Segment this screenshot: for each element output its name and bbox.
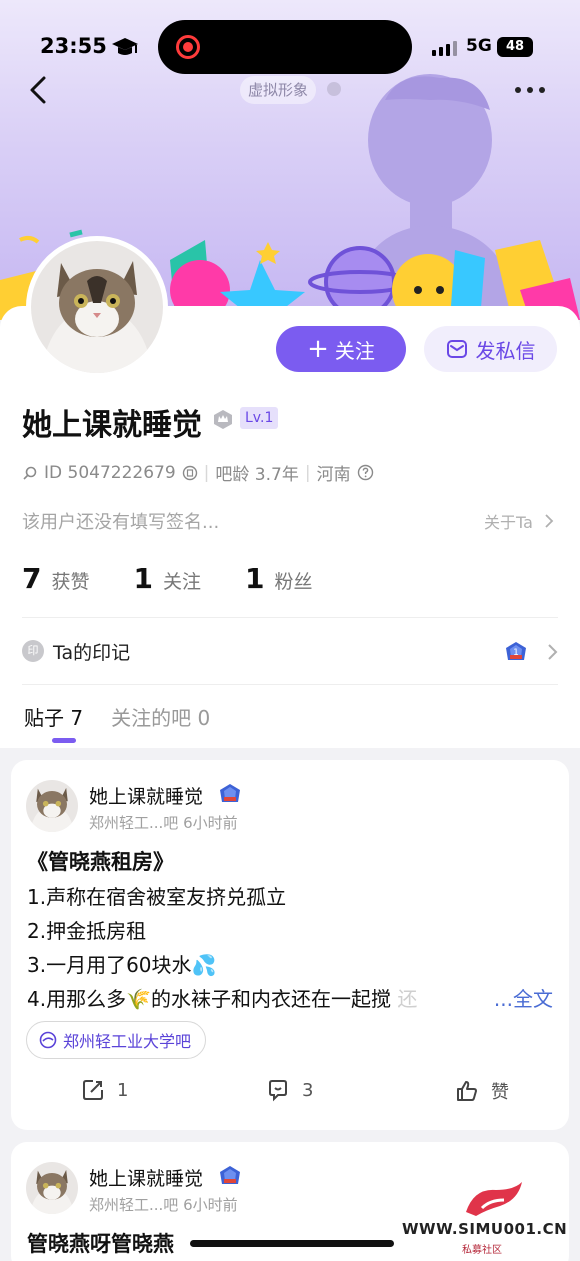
tab-followed-bars[interactable]: 关注的吧 0 — [111, 702, 210, 731]
comment-count: 3 — [302, 1079, 314, 1101]
profile-stats: 7 获赞 1 关注 1 粉丝 — [22, 562, 357, 595]
like-button[interactable]: 赞 — [455, 1078, 509, 1104]
followers-label: 粉丝 — [274, 571, 313, 593]
stat-likes[interactable]: 7 获赞 — [22, 562, 90, 595]
follow-label: 关注 — [334, 338, 375, 363]
dynamic-island — [158, 20, 412, 74]
copy-icon[interactable] — [182, 465, 198, 481]
post-title: 管晓燕呀管晓燕 — [27, 1232, 174, 1256]
likes-count: 7 — [22, 562, 42, 595]
post-forum-time: 郑州轻工...吧 6小时前 — [89, 814, 238, 832]
following-count: 1 — [133, 562, 153, 595]
profile-meta: ID 5047222679 | 吧龄 3.7年 | 河南 — [22, 460, 374, 485]
thumbs-up-icon — [457, 1081, 477, 1101]
seal-icon: 印 — [22, 640, 44, 662]
rank-badge-icon — [220, 1166, 240, 1184]
likes-label: 获赞 — [51, 571, 90, 593]
level-badge: Lv.1 — [240, 407, 279, 429]
message-label: 发私信 — [475, 338, 536, 363]
following-label: 关注 — [162, 571, 201, 593]
more-options-button[interactable] — [510, 80, 550, 100]
forum-tag[interactable]: 郑州轻工业大学吧 — [26, 1021, 207, 1059]
status-time: 23:55 — [40, 34, 107, 58]
user-avatar[interactable] — [26, 236, 168, 378]
post-forum-time: 郑州轻工...吧 6小时前 — [89, 1196, 238, 1214]
stat-followers[interactable]: 1 粉丝 — [245, 562, 313, 595]
envelope-icon — [446, 340, 467, 358]
cat-avatar-image — [26, 1162, 78, 1214]
forum-icon — [39, 1031, 57, 1049]
rank-badge-icon — [220, 784, 240, 802]
post-line: 4.用那么多🌾的水袜子和内衣还在一起搅 还 — [27, 983, 417, 1012]
marks-label: Ta的印记 — [53, 642, 131, 664]
profile-username: 她上课就睡觉 — [22, 408, 202, 443]
watermark-subtext: 私募社区 — [462, 1245, 502, 1256]
post-title: 《管晓燕租房》 — [27, 850, 174, 874]
help-icon[interactable] — [357, 464, 374, 481]
chevron-right-icon — [548, 644, 558, 660]
cat-avatar-image — [26, 780, 78, 832]
network-type: 5G — [466, 36, 492, 56]
toggle-dot-icon — [327, 82, 341, 96]
comment-button[interactable]: 3 — [266, 1078, 313, 1102]
search-icon — [23, 466, 37, 480]
chevron-right-icon — [545, 514, 554, 528]
user-signature: 该用户还没有填写签名... — [22, 512, 220, 533]
tab-indicator — [52, 738, 76, 743]
location: 河南 — [316, 465, 351, 485]
rank-badge-icon: 1 — [506, 642, 526, 660]
followers-count: 1 — [245, 562, 265, 595]
share-icon — [83, 1080, 103, 1100]
read-full-link[interactable]: ...全文 — [489, 983, 553, 1012]
status-bar: 23:55 5G 48 — [0, 0, 580, 74]
about-link[interactable]: 关于Ta — [484, 509, 554, 533]
site-watermark: WWW.SIMU001.CN 私募社区 — [402, 1178, 574, 1256]
back-button[interactable] — [24, 72, 56, 108]
signal-icon — [432, 40, 457, 56]
graduation-cap-icon — [112, 38, 138, 55]
post-author-avatar[interactable] — [26, 780, 78, 832]
screen-record-icon — [176, 35, 200, 59]
user-id: ID 5047222679 — [44, 462, 176, 483]
meta-separator: | — [203, 462, 210, 483]
stat-following[interactable]: 1 关注 — [134, 562, 202, 595]
post-line-faded: 还 — [397, 987, 418, 1011]
bar-age: 吧龄 3.7年 — [215, 465, 299, 485]
watermark-logo-icon — [466, 1182, 522, 1216]
share-count: 1 — [117, 1079, 129, 1101]
divider — [22, 617, 558, 618]
virtual-avatar-toggle[interactable]: 虚拟形象 — [240, 76, 317, 104]
crown-icon — [214, 410, 232, 429]
watermark-text: WWW.SIMU001.CN — [402, 1220, 568, 1238]
meta-separator: | — [304, 462, 311, 483]
post-author-name[interactable]: 她上课就睡觉 — [89, 1164, 203, 1191]
post-line: 1.声称在宿舍被室友挤兑孤立 — [27, 885, 287, 909]
like-label: 赞 — [491, 1082, 509, 1103]
profile-tabs: 贴子 7 关注的吧 0 — [24, 702, 210, 731]
post-line: 3.一月用了60块水💦 — [27, 953, 217, 977]
divider — [22, 684, 558, 685]
battery-icon: 48 — [497, 37, 533, 57]
comment-icon — [269, 1080, 287, 1102]
home-indicator — [190, 1240, 394, 1247]
plus-icon: + — [307, 334, 329, 364]
post-card[interactable]: 她上课就睡觉 郑州轻工...吧 6小时前 《管晓燕租房》 1.声称在宿舍被室友挤… — [11, 760, 569, 1130]
forum-name: 郑州轻工业大学吧 — [63, 1032, 192, 1051]
cat-avatar-image — [31, 241, 163, 373]
send-message-button[interactable]: 发私信 — [424, 326, 557, 372]
user-marks-row[interactable]: 印 Ta的印记 1 — [22, 638, 558, 666]
about-label: 关于Ta — [483, 513, 533, 532]
post-line-text: 4.用那么多🌾的水袜子和内衣还在一起搅 — [27, 987, 391, 1011]
post-author-name[interactable]: 她上课就睡觉 — [89, 782, 203, 809]
post-author-avatar[interactable] — [26, 1162, 78, 1214]
svg-text:1: 1 — [513, 648, 519, 658]
post-line: 2.押金抵房租 — [27, 919, 147, 943]
share-button[interactable]: 1 — [81, 1078, 128, 1102]
tab-posts[interactable]: 贴子 7 — [24, 702, 83, 731]
follow-button[interactable]: + 关注 — [276, 326, 406, 372]
